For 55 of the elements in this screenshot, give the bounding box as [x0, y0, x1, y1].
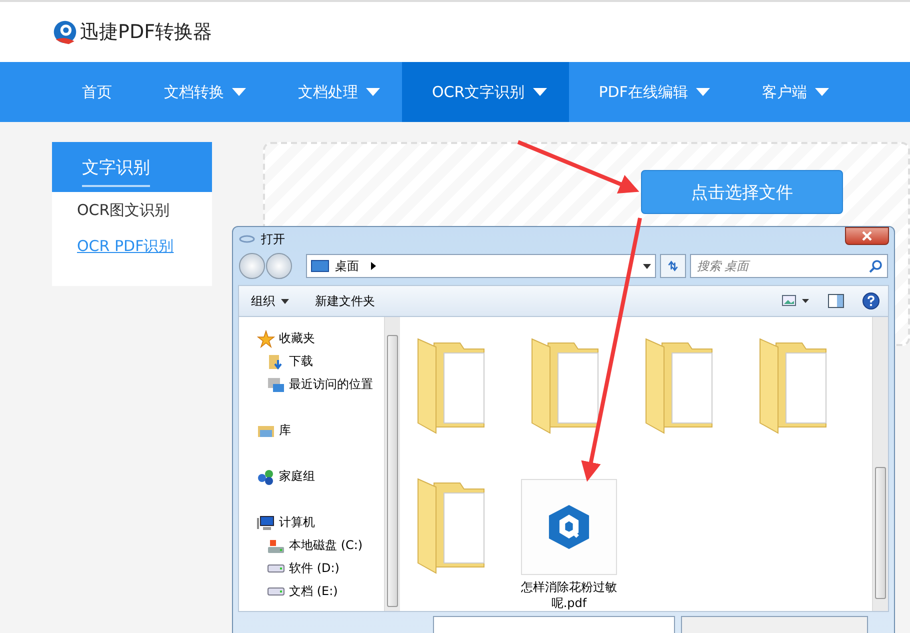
nav-pane-label: 库 — [279, 422, 291, 439]
window-title: 打开 — [261, 230, 285, 248]
sidebar-link[interactable]: OCR图文识别 — [52, 192, 212, 228]
back-forward-buttons[interactable] — [239, 253, 292, 279]
sidebar-title: 文字识别 — [82, 156, 150, 186]
nav-pane-label: 收藏夹 — [279, 330, 315, 347]
nav-pane-item[interactable]: 家庭组 — [257, 465, 384, 488]
nav-pane-item[interactable]: 软件 (D:) — [257, 557, 384, 580]
nav-pane-item[interactable]: 下载 — [257, 350, 384, 373]
pdf-file-thumbnail[interactable] — [521, 479, 617, 575]
file-type-dropdown[interactable] — [681, 616, 868, 633]
file-name-field[interactable] — [433, 616, 675, 633]
nav-pane-label: 家庭组 — [279, 468, 315, 485]
refresh-button[interactable] — [660, 254, 686, 278]
refresh-icon — [667, 259, 679, 273]
help-button[interactable] — [862, 292, 880, 310]
document-app-icon — [548, 504, 590, 550]
window-icon — [239, 235, 255, 243]
scrollbar[interactable] — [384, 317, 400, 611]
address-path: 桌面 — [335, 258, 359, 274]
search-field[interactable]: 搜索 桌面 — [690, 254, 888, 278]
view-options-button[interactable] — [782, 295, 810, 307]
star-icon — [257, 330, 275, 348]
nav-pane-item[interactable]: 计算机 — [257, 511, 384, 534]
chevron-icon — [371, 262, 376, 270]
drive-icon — [267, 587, 285, 596]
nav-pane-label: 文档 (E:) — [289, 583, 338, 600]
nav-pane-item[interactable]: 本地磁盘 (C:) — [257, 534, 384, 557]
nav-pane-label: 本地磁盘 (C:) — [289, 537, 363, 554]
recent-icon — [267, 376, 285, 394]
close-icon — [862, 231, 872, 241]
search-icon — [869, 259, 883, 273]
drive-icon — [267, 564, 285, 573]
caret-icon — [643, 264, 651, 268]
nav-pane-label: 下载 — [289, 353, 313, 370]
preview-pane-button[interactable] — [828, 294, 844, 308]
logo-text: 迅捷PDF转换器 — [80, 20, 212, 45]
address-bar[interactable]: 桌面 — [306, 254, 656, 278]
nav-pane-item[interactable]: 收藏夹 — [257, 327, 384, 350]
computer-icon — [257, 514, 275, 532]
file-name: 怎样消除花粉过敏呢.pdf — [520, 579, 618, 611]
close-button[interactable] — [845, 227, 889, 245]
toolbar-button[interactable]: 组织 — [247, 290, 293, 312]
nav-pane-item[interactable]: 库 — [257, 419, 384, 442]
nav-pane-item[interactable]: 最近访问的位置 — [257, 373, 384, 396]
nav-pane-label: 计算机 — [279, 514, 315, 531]
logo-icon — [52, 19, 78, 45]
nav-tab[interactable]: OCR文字识别 — [402, 62, 569, 122]
desktop-icon — [311, 260, 329, 272]
scrollbar[interactable] — [872, 317, 888, 611]
nav-pane-label: 软件 (D:) — [289, 560, 340, 577]
toolbar-button[interactable]: 新建文件夹 — [311, 290, 379, 312]
homegroup-icon — [257, 468, 275, 486]
nav-pane-label: 最近访问的位置 — [289, 376, 373, 393]
nav-pane-item[interactable]: 文档 (E:) — [257, 580, 384, 603]
